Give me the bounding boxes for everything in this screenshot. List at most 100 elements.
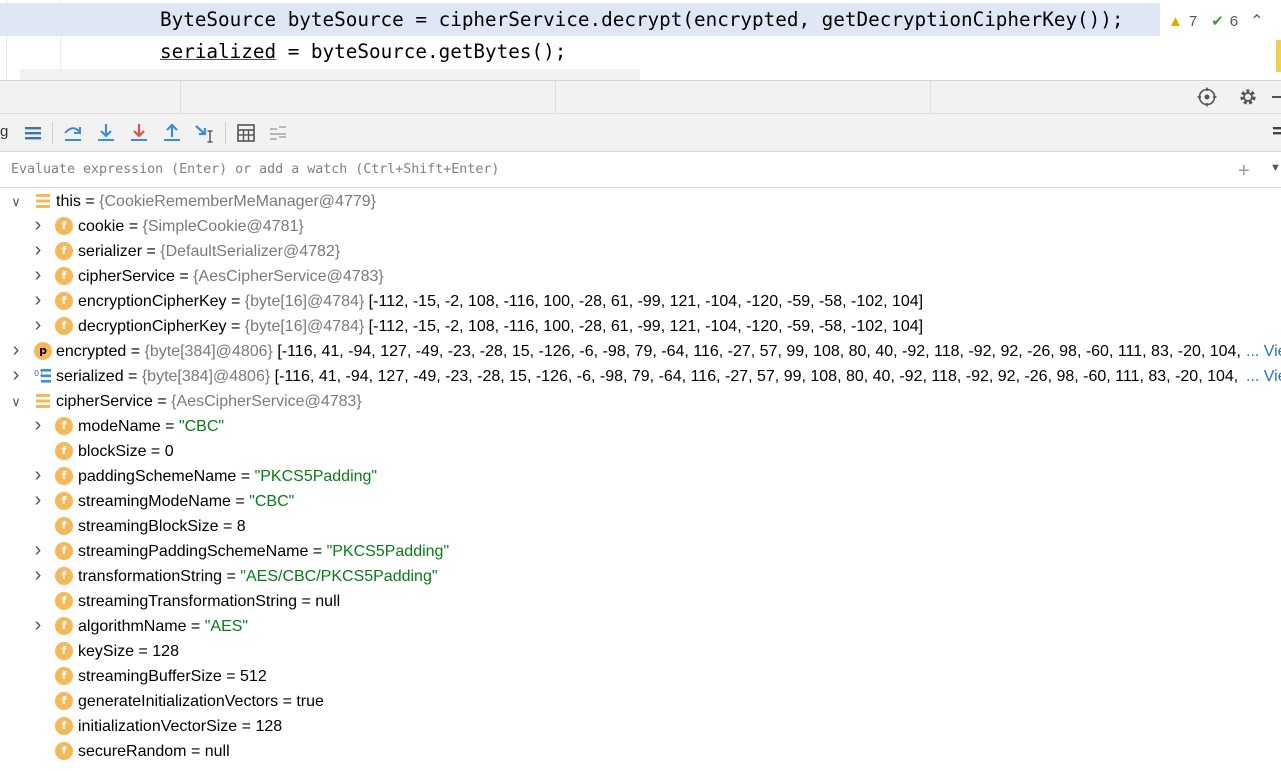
variable-value: "AES/CBC/PKCS5Padding"	[240, 568, 438, 585]
tree-row[interactable]: f initializationVectorSize = 128	[0, 714, 1281, 739]
tree-row[interactable]: f streamingTransformationString = null	[0, 589, 1281, 614]
equals-sign: =	[160, 418, 179, 435]
variable-type: {DefaultSerializer@4782}	[160, 243, 341, 260]
expand-arrow-icon[interactable]: ›	[9, 364, 23, 389]
scrollbar-marker[interactable]	[1276, 40, 1281, 72]
trace-stream-icon[interactable]	[267, 122, 289, 144]
collapse-arrow-icon[interactable]: ∨	[9, 189, 23, 214]
field-icon: f	[55, 417, 73, 435]
expand-arrow-icon[interactable]: ›	[31, 464, 45, 489]
expand-arrow-icon[interactable]: ›	[31, 264, 45, 289]
field-icon: f	[55, 492, 73, 510]
tree-row[interactable]: › f streamingModeName = "CBC"	[0, 489, 1281, 514]
frames-menu-icon[interactable]	[22, 122, 44, 144]
expand-arrow-icon[interactable]: ›	[31, 289, 45, 314]
variable-value: "AES"	[204, 618, 249, 635]
debugger-toolbar: g	[0, 114, 1281, 152]
force-step-into-icon[interactable]	[128, 122, 150, 144]
variable-value: [-112, -15, -2, 108, -116, 100, -28, 61,…	[368, 293, 924, 310]
tree-row[interactable]: › 01 serialized = {byte[384]@4806} [-116, …	[0, 364, 1281, 389]
tree-row[interactable]: f blockSize = 0	[0, 439, 1281, 464]
tree-row[interactable]: › f serializer = {DefaultSerializer@4782}	[0, 239, 1281, 264]
code-line[interactable]: serialized = byteSource.getBytes();	[0, 35, 1160, 68]
run-to-cursor-icon[interactable]	[194, 122, 216, 144]
variable-value: null	[315, 593, 341, 610]
tree-row[interactable]: › f cookie = {SimpleCookie@4781}	[0, 214, 1281, 239]
step-over-icon[interactable]	[62, 122, 84, 144]
tree-row[interactable]: f secureRandom = null	[0, 739, 1281, 764]
layout-icon[interactable]	[1268, 122, 1281, 144]
gear-icon[interactable]	[1237, 87, 1259, 109]
field-icon: f	[55, 717, 73, 735]
toolbar-divider	[225, 122, 226, 144]
variable-entry: encrypted = {byte[384]@4806} [-116, 41, …	[56, 339, 1241, 364]
view-link[interactable]: ... Vie	[1244, 364, 1281, 389]
evaluate-placeholder: Evaluate expression (Enter) or add a wat…	[11, 162, 500, 177]
variable-name: modeName	[78, 418, 161, 435]
tree-row[interactable]: › f decryptionCipherKey = {byte[16]@4784} …	[0, 314, 1281, 339]
minimize-icon[interactable]	[1268, 87, 1281, 109]
tree-row[interactable]: f generateInitializationVectors = true	[0, 689, 1281, 714]
tree-row[interactable]: › f modeName = "CBC"	[0, 414, 1281, 439]
toolbar-tab-label[interactable]: g	[0, 123, 8, 140]
field-icon: f	[55, 442, 73, 460]
tree-row[interactable]: › f algorithmName = "AES"	[0, 614, 1281, 639]
code-editor[interactable]: ByteSource byteSource = cipherService.de…	[0, 0, 1281, 80]
tree-row[interactable]: f keySize = 128	[0, 639, 1281, 664]
expand-arrow-icon[interactable]: ›	[9, 339, 23, 364]
expand-arrow-icon[interactable]: ›	[31, 564, 45, 589]
variable-value: "PKCS5Padding"	[254, 468, 378, 485]
variable-value: "CBC"	[249, 493, 295, 510]
variable-name: streamingBlockSize	[78, 518, 219, 535]
expand-arrow-icon[interactable]: ›	[31, 539, 45, 564]
step-out-icon[interactable]	[161, 122, 183, 144]
expand-arrow-icon[interactable]: ›	[31, 239, 45, 264]
variable-value: true	[296, 693, 324, 710]
tree-row[interactable]: ∨ this = {CookieRememberMeManager@4779}	[0, 189, 1281, 214]
equals-sign: =	[222, 568, 241, 585]
variable-name: transformationString	[78, 568, 223, 585]
tree-row[interactable]: › f paddingSchemeName = "PKCS5Padding"	[0, 464, 1281, 489]
expand-arrow-icon[interactable]: ›	[31, 614, 45, 639]
tree-row[interactable]: › f transformationString = "AES/CBC/PKCS5P…	[0, 564, 1281, 589]
parameter-icon: p	[34, 342, 52, 360]
equals-sign: =	[226, 293, 245, 310]
variable-name: streamingBufferSize	[78, 668, 222, 685]
expand-arrow-icon[interactable]: ›	[31, 214, 45, 239]
tree-row[interactable]: f streamingBufferSize = 512	[0, 664, 1281, 689]
collapse-arrow-icon[interactable]: ∨	[9, 389, 23, 414]
tree-row[interactable]: › p encrypted = {byte[384]@4806} [-116, 41…	[0, 339, 1281, 364]
tree-row[interactable]: › f streamingPaddingSchemeName = "PKCS5Pad…	[0, 539, 1281, 564]
equals-sign: =	[230, 493, 250, 510]
tree-row[interactable]: › f cipherService = {AesCipherService@4783…	[0, 264, 1281, 289]
variable-entry: this = {CookieRememberMeManager@4779}	[56, 189, 376, 214]
expand-arrow-icon[interactable]: ›	[31, 314, 45, 339]
variable-name: paddingSchemeName	[78, 468, 237, 485]
chevron-up-icon[interactable]: ⌃	[1250, 11, 1263, 31]
current-code-line[interactable]: ByteSource byteSource = cipherService.de…	[0, 3, 1160, 36]
evaluate-expression-icon[interactable]	[235, 122, 257, 144]
variable-name: streamingModeName	[78, 493, 231, 510]
expand-arrow-icon[interactable]: ›	[31, 414, 45, 439]
view-link[interactable]: ... Vie	[1244, 339, 1281, 364]
evaluate-expression-field[interactable]: Evaluate expression (Enter) or add a wat…	[0, 153, 1281, 188]
chevron-down-icon[interactable]: ▼	[1270, 162, 1281, 174]
equals-sign: =	[308, 543, 327, 560]
array-icon: 01	[34, 367, 52, 385]
tree-row[interactable]: ∨ cipherService = {AesCipherService@4783}	[0, 389, 1281, 414]
equals-sign: =	[186, 618, 205, 635]
add-watch-icon[interactable]: +	[1238, 160, 1250, 183]
step-into-icon[interactable]	[95, 122, 117, 144]
variable-entry: streamingBufferSize = 512	[78, 664, 267, 689]
variable-entry: streamingPaddingSchemeName = "PKCS5Paddi…	[78, 539, 449, 564]
equals-sign: =	[174, 268, 194, 285]
variable-name: serialized	[56, 368, 124, 385]
expand-arrow-icon[interactable]: ›	[31, 489, 45, 514]
target-icon[interactable]	[1196, 87, 1218, 109]
tree-row[interactable]: f streamingBlockSize = 8	[0, 514, 1281, 539]
variables-tree[interactable]: ∨ this = {CookieRememberMeManager@4779} › f…	[0, 189, 1281, 771]
inspection-widget[interactable]: ▲ 7 ✔ 6 ⌃	[1162, 6, 1270, 36]
tree-row[interactable]: › f encryptionCipherKey = {byte[16]@4784} …	[0, 289, 1281, 314]
variable-value: 128	[255, 718, 283, 735]
variable-entry: streamingTransformationString = null	[78, 589, 340, 614]
